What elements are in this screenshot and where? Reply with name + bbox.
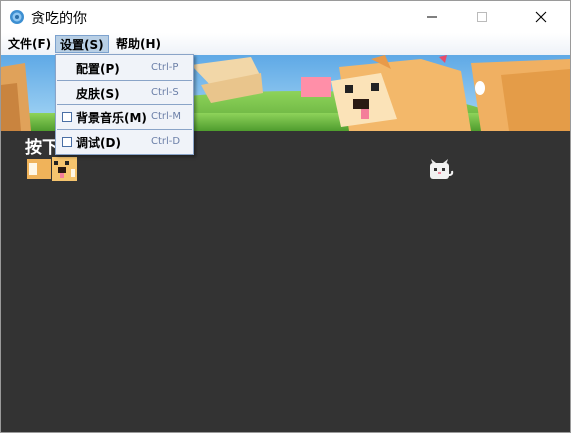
menu-item-config[interactable]: 配置(P) Ctrl-P: [56, 56, 193, 80]
menu-item-config-label: 配置(P): [76, 62, 120, 76]
menu-item-skin-label: 皮肤(S): [76, 87, 120, 101]
minimize-button[interactable]: [409, 1, 455, 33]
maximize-icon: [477, 12, 487, 22]
app-window: 贪吃的你 文件(F) 设置(S) 帮助(H) 按下 配置(P) Ctrl-P 皮…: [0, 0, 571, 433]
settings-menu-popup: 配置(P) Ctrl-P 皮肤(S) Ctrl-S 背景音乐(M) Ctrl-M…: [55, 54, 194, 155]
menu-settings[interactable]: 设置(S): [55, 35, 109, 53]
menu-file[interactable]: 文件(F): [4, 35, 55, 53]
close-icon: [535, 11, 547, 23]
debug-checkbox[interactable]: [62, 137, 72, 147]
menu-item-music[interactable]: 背景音乐(M) Ctrl-M: [56, 105, 193, 129]
title-bar[interactable]: 贪吃的你: [1, 1, 570, 33]
start-hint: 按下: [25, 138, 59, 158]
cat-food-icon: [430, 159, 454, 179]
menu-item-music-shortcut: Ctrl-M: [151, 111, 182, 122]
menu-item-config-shortcut: Ctrl-P: [151, 62, 179, 73]
window-title: 贪吃的你: [31, 11, 87, 27]
maximize-button[interactable]: [459, 1, 505, 33]
music-checkbox[interactable]: [62, 112, 72, 122]
menu-item-skin-shortcut: Ctrl-S: [151, 87, 179, 98]
menu-item-skin[interactable]: 皮肤(S) Ctrl-S: [56, 81, 193, 105]
menu-bar: 文件(F) 设置(S) 帮助(H): [1, 33, 570, 55]
menu-item-debug-label: 调试(D): [76, 136, 121, 150]
menu-help[interactable]: 帮助(H): [112, 35, 165, 53]
minimize-icon: [427, 16, 437, 18]
app-icon: [10, 10, 24, 24]
menu-item-debug-shortcut: Ctrl-D: [151, 136, 181, 147]
close-button[interactable]: [518, 1, 564, 33]
menu-item-debug[interactable]: 调试(D) Ctrl-D: [56, 130, 193, 154]
menu-item-music-label: 背景音乐(M): [76, 111, 147, 125]
dog-snake-icon: [27, 157, 77, 181]
